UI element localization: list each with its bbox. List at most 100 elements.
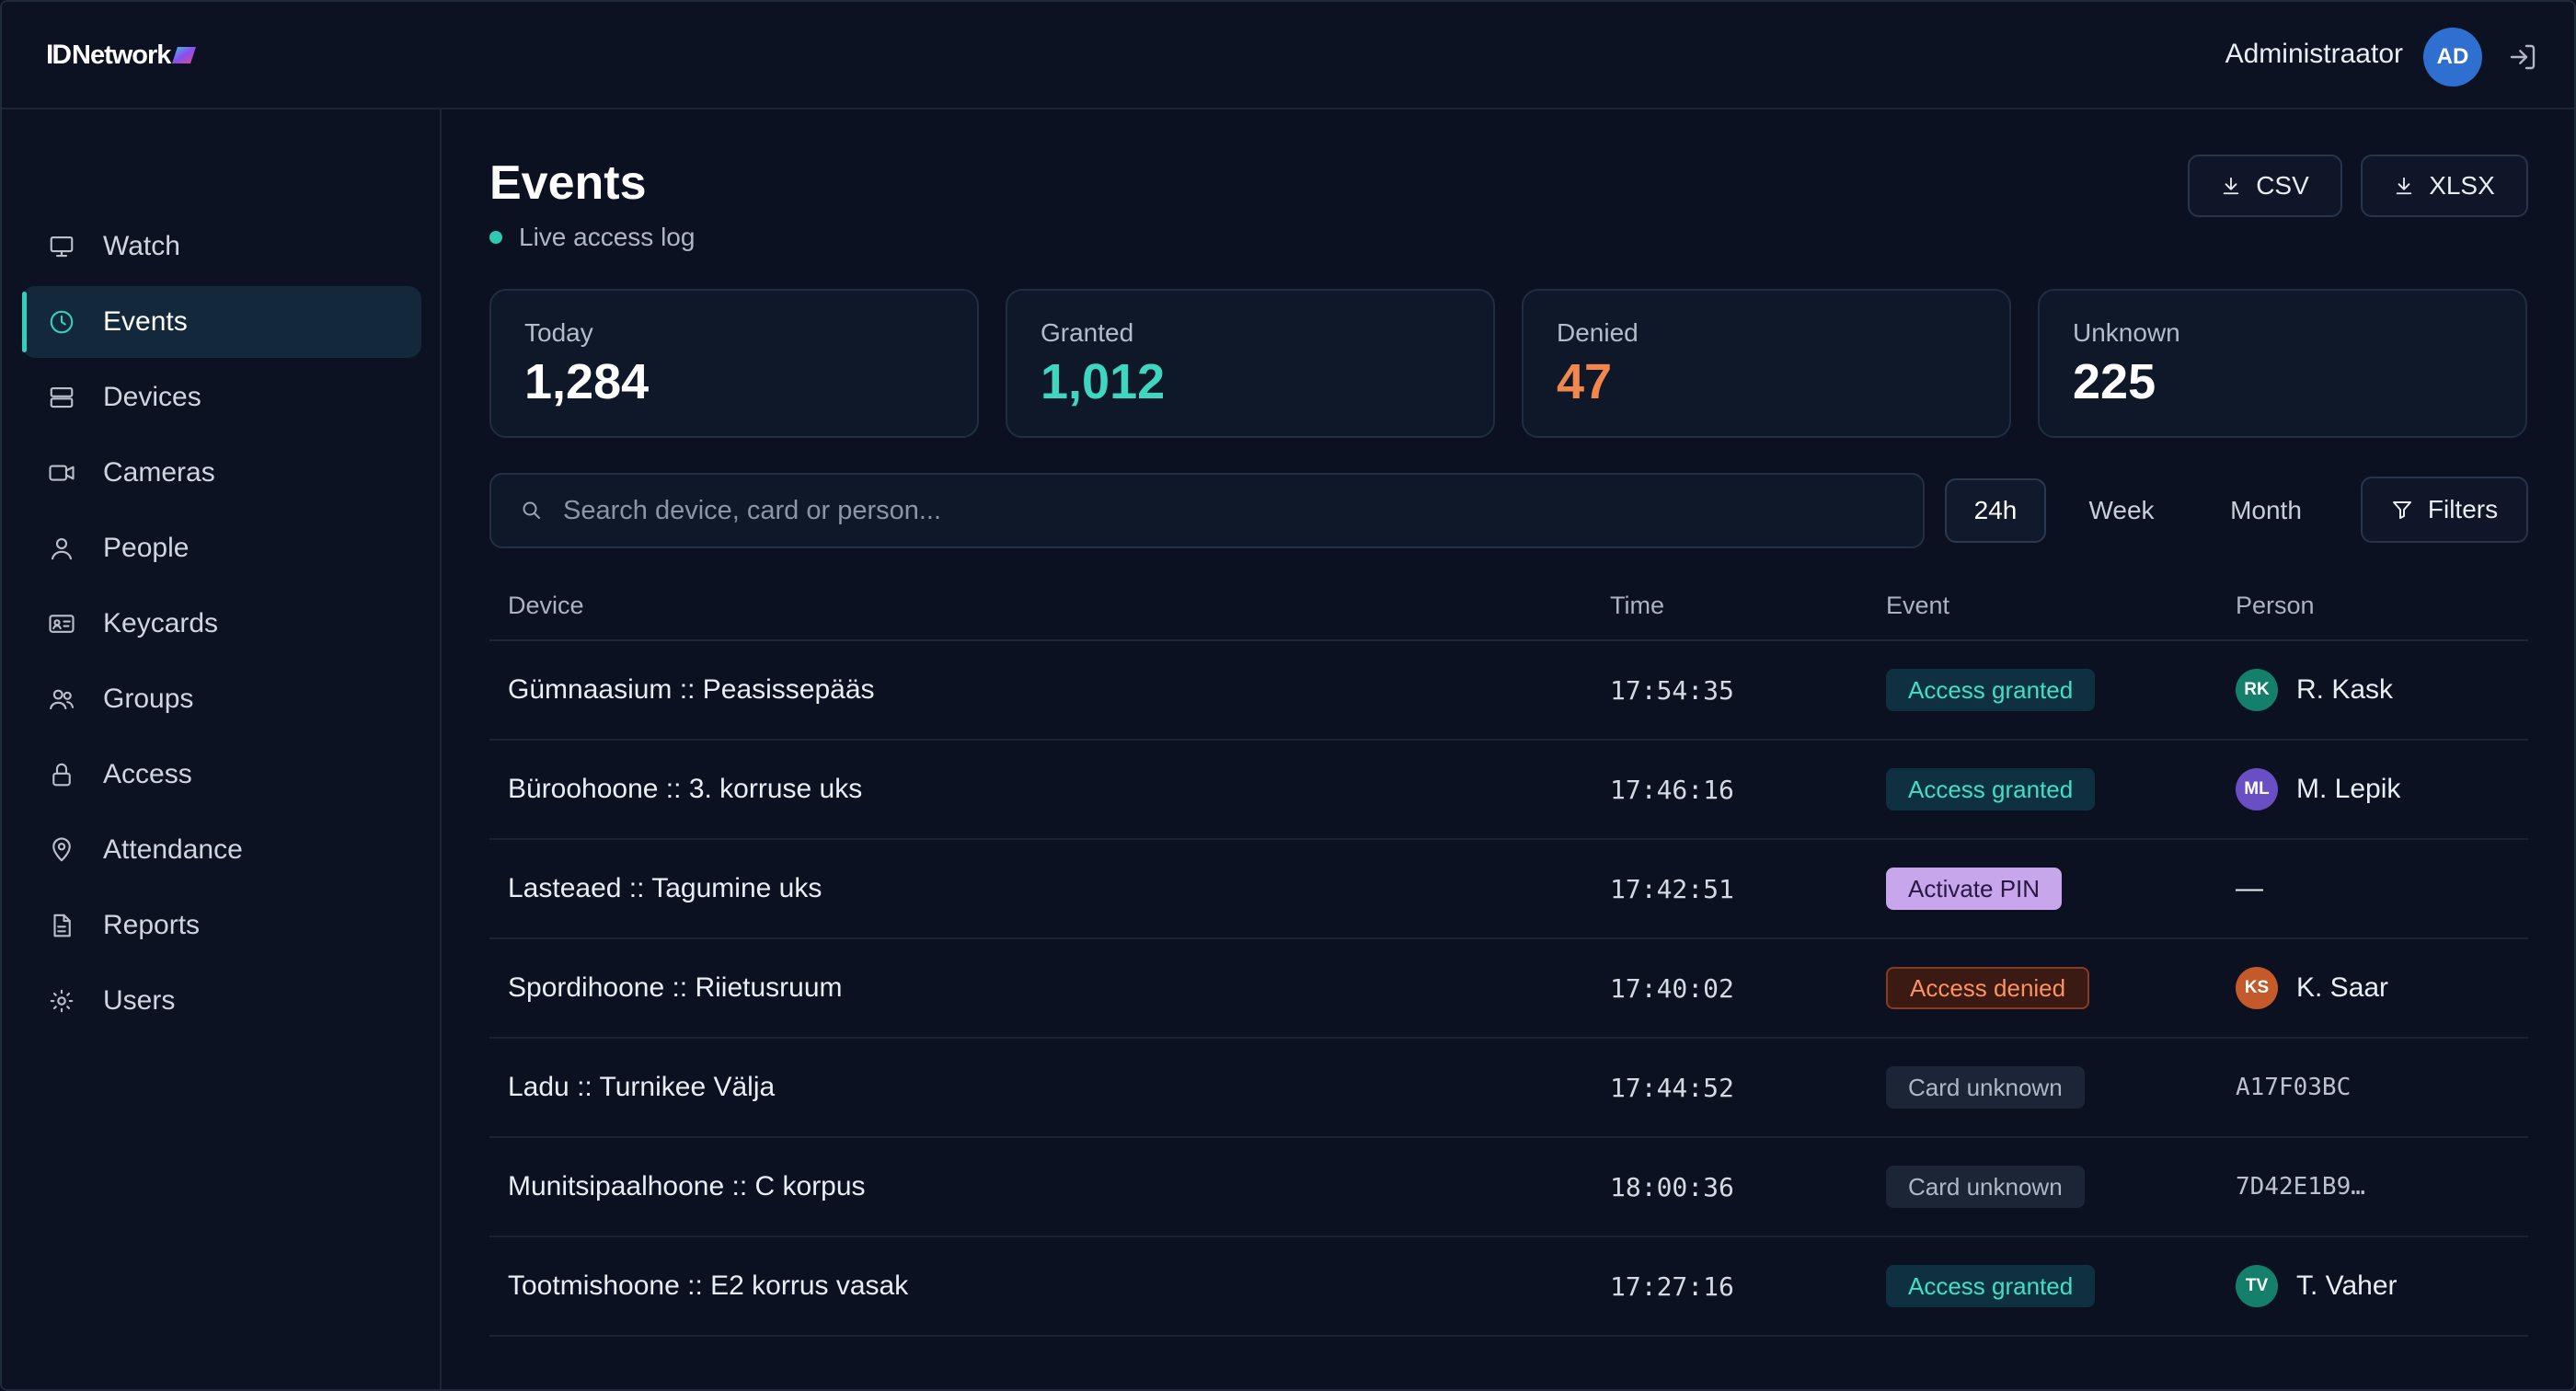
header-device[interactable]: Device [508,592,584,620]
person-name[interactable]: R. Kask [2296,674,2393,706]
sidebar-item-cameras[interactable]: Cameras [22,437,421,509]
table-row[interactable]: Munitsipaalhoone :: C korpus 18:00:36 Card… [489,1138,2528,1237]
search-box[interactable] [489,473,1925,548]
event-cell: Activate PIN [1886,840,2063,937]
device-cell[interactable]: Tootmishoone :: E2 korrus vasak [508,1237,908,1335]
sidebar-item-users[interactable]: Users [22,965,421,1037]
lock-icon [48,761,75,788]
logo-id-text: ID [46,40,72,70]
time-cell: 17:40:02 [1610,972,1734,1004]
table-row[interactable]: Büroohoone :: 3. korruse uks 17:46:16 Acce… [489,741,2528,840]
file-icon [48,912,75,939]
sidebar-item-events[interactable]: Events [22,286,421,358]
sidebar-item-attendance[interactable]: Attendance [22,814,421,886]
sidebar-item-devices[interactable]: Devices [22,362,421,433]
filters-button[interactable]: Filters [2361,477,2528,543]
clock-icon [48,308,75,336]
person-cell: RK R. Kask [2236,641,2393,739]
device-cell[interactable]: Spordihoone :: Riietusruum [508,939,843,1037]
stat-card-today: Today 1,284 [489,289,979,438]
device-cell[interactable]: Büroohoone :: 3. korruse uks [508,741,862,838]
xlsx-label: XLSX [2429,171,2495,200]
stat-value: 225 [2073,354,2156,409]
stat-value: 1,012 [1041,354,1166,409]
table-row[interactable]: Lasteaed :: Tagumine uks 17:42:51 Activate… [489,840,2528,939]
sidebar-item-label: Reports [103,910,201,940]
logo-network-text: Network [72,40,171,70]
stat-card-unknown: Unknown 225 [2038,289,2527,438]
table-row[interactable]: Ladu :: Turnikee Välja 17:44:52 Card unkno… [489,1039,2528,1138]
server-icon [48,384,75,411]
event-badge: Access granted [1886,1265,2096,1307]
sun-gear-icon [48,987,75,1015]
sidebar-item-keycards[interactable]: Keycards [22,588,421,660]
user-icon [48,535,75,562]
sidebar-item-groups[interactable]: Groups [22,663,421,735]
download-icon [2396,177,2412,195]
filter-icon [2392,501,2411,519]
stat-label: Denied [1557,318,1639,347]
logo-mark-icon [172,47,197,63]
time-cell: 17:44:52 [1610,1072,1734,1103]
sidebar-item-label: Devices [103,382,201,412]
main-content: Events Live access log CSV XLSX Today 1,… [442,109,2574,1389]
table-header: Device Time Event Person [489,569,2528,641]
person-cell: TV T. Vaher [2236,1237,2398,1335]
range-24h-button[interactable]: 24h [1945,478,2046,543]
person-cell: KS K. Saar [2236,939,2388,1037]
time-cell: 17:27:16 [1610,1270,1734,1302]
map-pin-icon [48,836,75,864]
live-dot [489,231,502,244]
search-input[interactable] [563,495,1759,526]
range-week-button[interactable]: Week [2063,478,2180,543]
person-avatar: TV [2236,1265,2278,1307]
video-icon [48,459,75,487]
table-row[interactable]: Spordihoone :: Riietusruum 17:40:02 Access… [489,939,2528,1039]
user-name[interactable]: Administraator [2225,39,2403,70]
stat-label: Granted [1041,318,1134,347]
sidebar-item-label: Events [103,306,188,337]
person-name[interactable]: T. Vaher [2296,1270,2398,1302]
header-event[interactable]: Event [1886,592,1949,620]
person-cell: ML M. Lepik [2236,741,2400,838]
time-cell: 18:00:36 [1610,1171,1734,1202]
event-badge: Activate PIN [1886,868,2063,910]
table-row[interactable]: Gümnaasium :: Peasissepääs 17:54:35 Access… [489,641,2528,741]
device-cell[interactable]: Ladu :: Turnikee Välja [508,1039,775,1136]
person-cell: 7D42E1B9… [2236,1138,2365,1236]
filters-label: Filters [2427,495,2499,523]
device-cell[interactable]: Gümnaasium :: Peasissepääs [508,641,875,739]
top-bar: ID Network Administraator AD [2,2,2574,109]
sidebar-nav: Watch Events Devices Cameras People Keycards G… [22,211,421,1040]
sidebar-item-access[interactable]: Access [22,739,421,810]
sidebar-item-watch[interactable]: Watch [22,211,421,282]
csv-label: CSV [2256,171,2309,200]
export-csv-button[interactable]: CSV [2188,155,2342,217]
stat-label: Today [524,318,593,347]
time-cell: 17:46:16 [1610,774,1734,805]
sidebar-item-label: Attendance [103,834,243,865]
range-month-button[interactable]: Month [2197,478,2335,543]
event-cell: Access denied [1886,939,2090,1037]
header-time[interactable]: Time [1610,592,1664,620]
table-row[interactable]: Tootmishoone :: E2 korrus vasak 17:27:16 A… [489,1237,2528,1337]
search-icon [523,501,540,519]
download-icon [2223,177,2239,195]
user-avatar[interactable]: AD [2423,28,2482,86]
person-name[interactable]: K. Saar [2296,972,2388,1004]
event-cell: Access granted [1886,1237,2096,1335]
page-title: Events [489,156,647,210]
export-xlsx-button[interactable]: XLSX [2361,155,2528,217]
device-cell[interactable]: Lasteaed :: Tagumine uks [508,840,822,937]
users-icon [48,685,75,713]
sidebar-item-reports[interactable]: Reports [22,890,421,961]
person-name[interactable]: M. Lepik [2296,774,2400,805]
event-badge: Access denied [1886,967,2090,1009]
device-cell[interactable]: Munitsipaalhoone :: C korpus [508,1138,866,1236]
header-person[interactable]: Person [2236,592,2315,620]
brand-logo[interactable]: ID Network [46,35,197,75]
logout-icon[interactable] [2508,42,2537,72]
sidebar: Watch Events Devices Cameras People Keycards G… [2,109,442,1389]
stat-value: 1,284 [524,354,650,409]
sidebar-item-people[interactable]: People [22,512,421,584]
